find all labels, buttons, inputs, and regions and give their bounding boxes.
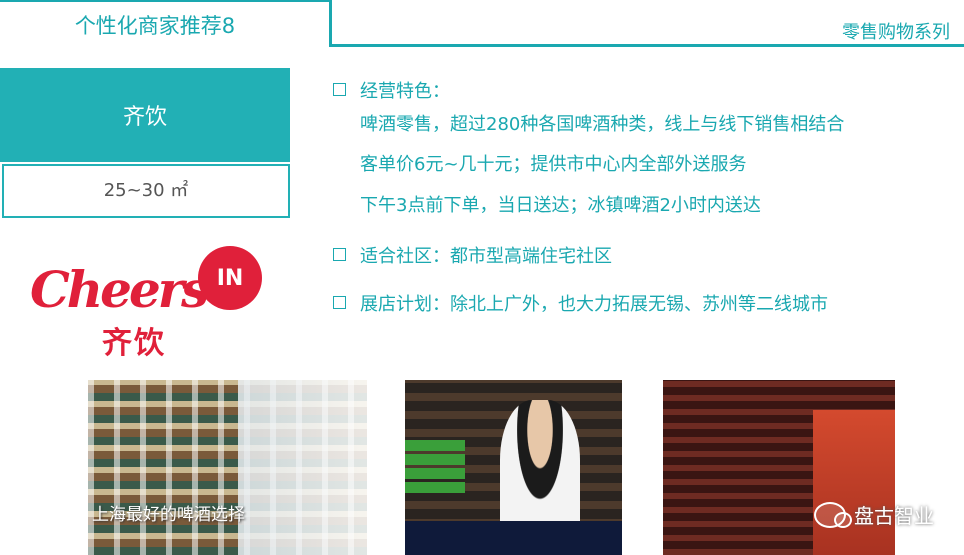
brand-name: 齐饮 xyxy=(122,105,167,130)
feature-line: 啤酒零售，超过280种各国啤酒种类，线上与线下销售相结合 xyxy=(360,114,845,135)
logo-cn-text: 齐饮 xyxy=(102,326,166,361)
header-tab-edge xyxy=(329,0,332,47)
red-wall xyxy=(813,410,895,555)
logo-badge: IN xyxy=(198,246,262,310)
features-bullet: 经营特色： xyxy=(333,77,450,103)
page-title: 个性化商家推荐8 xyxy=(74,14,236,38)
expansion-bullet: 展店计划：除北上广外，也大力拓展无锡、苏州等二线城市 xyxy=(333,290,828,316)
series-label: 零售购物系列 xyxy=(842,22,950,43)
wechat-icon xyxy=(814,501,852,528)
brand-logo: Cheers IN 齐饮 xyxy=(30,240,270,361)
feature-line: 下午3点前下单，当日送达；冰镇啤酒2小时内送达 xyxy=(360,195,761,216)
checkbox-icon xyxy=(333,83,346,96)
tv-overlay-tag xyxy=(405,468,465,479)
header-tab-top-border xyxy=(0,0,330,2)
area-value: 25~30 ㎡ xyxy=(103,180,189,201)
community-text: 适合社区：都市型高端住宅社区 xyxy=(360,246,612,267)
tv-overlay-tag xyxy=(405,440,465,451)
header-rule xyxy=(330,44,964,47)
watermark: 盘古智业 xyxy=(814,500,934,529)
store-photo-shelves: 上海最好的啤酒选择 xyxy=(88,380,367,555)
checkbox-icon xyxy=(333,248,346,261)
store-photo-tv xyxy=(405,380,622,555)
tv-ticker xyxy=(405,521,622,555)
features-heading: 经营特色： xyxy=(360,81,450,102)
tv-overlay-tag xyxy=(405,454,465,465)
expansion-text: 展店计划：除北上广外，也大力拓展无锡、苏州等二线城市 xyxy=(360,294,828,315)
checkbox-icon xyxy=(333,296,346,309)
community-bullet: 适合社区：都市型高端住宅社区 xyxy=(333,242,612,268)
photo-shade xyxy=(238,380,367,555)
photo-caption: 上海最好的啤酒选择 xyxy=(92,505,245,525)
watermark-text: 盘古智业 xyxy=(854,504,934,528)
feature-line: 客单价6元~几十元；提供市中心内全部外送服务 xyxy=(360,154,747,175)
logo-script-text: Cheers xyxy=(30,260,209,319)
tv-overlay-tag xyxy=(405,482,465,493)
area-box: 25~30 ㎡ xyxy=(2,164,290,218)
